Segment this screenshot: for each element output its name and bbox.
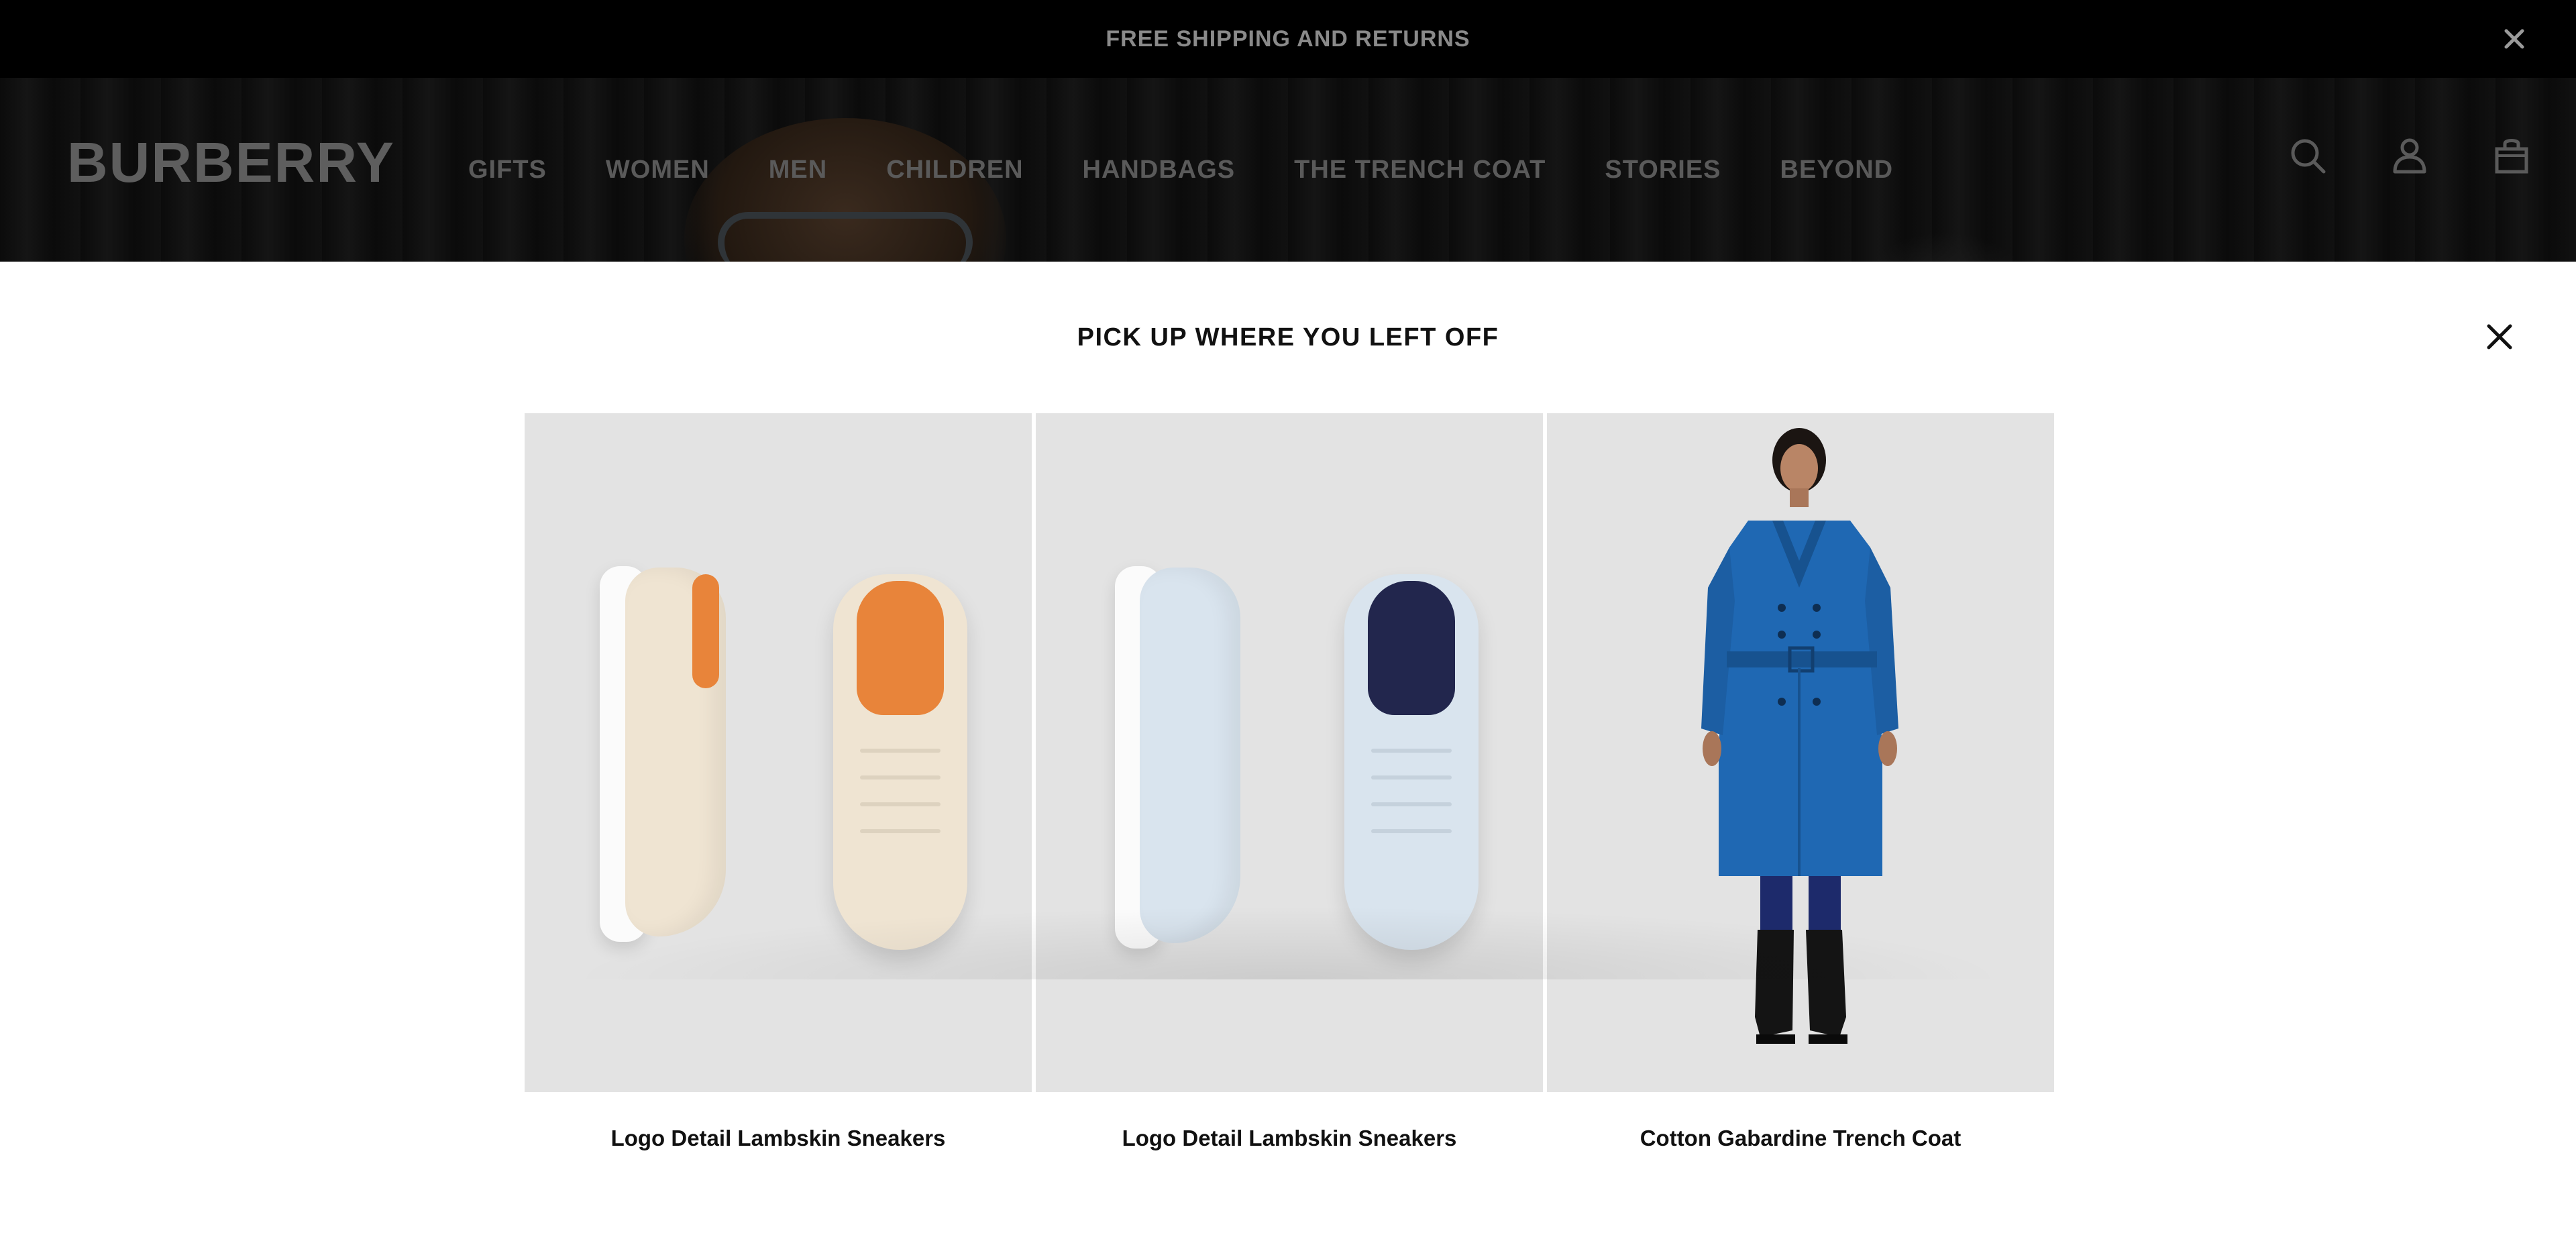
- nav-item-children[interactable]: CHILDREN: [886, 156, 1023, 184]
- nav-item-gifts[interactable]: GIFTS: [468, 156, 547, 184]
- sneaker-lace: [860, 749, 941, 753]
- nav-item-handbags[interactable]: HANDBAGS: [1083, 156, 1236, 184]
- sneaker-lace: [860, 829, 941, 833]
- close-icon[interactable]: [2479, 317, 2520, 357]
- account-icon[interactable]: [2388, 134, 2431, 177]
- hero-image-glasses: [718, 212, 973, 262]
- promo-bar: FREE SHIPPING AND RETURNS: [0, 0, 2576, 78]
- sneaker-lining: [692, 574, 719, 688]
- main-nav: GIFTS WOMEN MEN CHILDREN HANDBAGS THE TR…: [468, 156, 1952, 184]
- product-card[interactable]: Cotton Gabardine Trench Coat: [1547, 413, 2054, 1151]
- recently-viewed-modal: PICK UP WHERE YOU LEFT OFF Logo Detail L…: [0, 262, 2576, 1237]
- header-actions: [2286, 134, 2533, 177]
- sneaker-lace: [1371, 775, 1452, 779]
- sneaker-lace: [1371, 749, 1452, 753]
- product-name[interactable]: Cotton Gabardine Trench Coat: [1547, 1126, 2054, 1151]
- promo-text: FREE SHIPPING AND RETURNS: [1106, 25, 1470, 52]
- sneaker-opening: [857, 581, 944, 715]
- nav-item-trench-coat[interactable]: THE TRENCH COAT: [1294, 156, 1546, 184]
- sneaker-lace: [1371, 802, 1452, 806]
- product-card[interactable]: Logo Detail Lambskin Sneakers: [525, 413, 1032, 1151]
- sneaker-opening: [1368, 581, 1455, 715]
- product-image-sneakers-blue[interactable]: [1036, 413, 1543, 1092]
- modal-title: PICK UP WHERE YOU LEFT OFF: [1077, 323, 1499, 352]
- trench-coat-figure: [1701, 428, 1898, 1044]
- nav-item-men[interactable]: MEN: [769, 156, 827, 184]
- brand-logo[interactable]: BURBERRY: [67, 130, 395, 195]
- sneaker-lace: [860, 802, 941, 806]
- scroll-shadow: [564, 906, 2012, 979]
- nav-item-beyond[interactable]: BEYOND: [1780, 156, 1894, 184]
- nav-item-stories[interactable]: STORIES: [1605, 156, 1721, 184]
- nav-item-women[interactable]: WOMEN: [606, 156, 710, 184]
- bag-icon[interactable]: [2490, 134, 2533, 177]
- product-image-sneakers-cream[interactable]: [525, 413, 1032, 1092]
- sneaker-lace: [1371, 829, 1452, 833]
- product-name[interactable]: Logo Detail Lambskin Sneakers: [1036, 1126, 1543, 1151]
- product-list: Logo Detail Lambskin Sneakers Logo Detai…: [525, 413, 2054, 1151]
- search-icon[interactable]: [2286, 134, 2329, 177]
- product-card[interactable]: Logo Detail Lambskin Sneakers: [1036, 413, 1543, 1151]
- site-header: BURBERRY GIFTS WOMEN MEN CHILDREN HANDBA…: [0, 78, 2576, 262]
- sneaker-lace: [860, 775, 941, 779]
- product-image-trench-coat[interactable]: [1547, 413, 2054, 1092]
- hero-image-head: [1865, 232, 2026, 262]
- product-name[interactable]: Logo Detail Lambskin Sneakers: [525, 1126, 1032, 1151]
- close-icon[interactable]: [2498, 23, 2530, 55]
- sneaker-side: [1140, 568, 1240, 943]
